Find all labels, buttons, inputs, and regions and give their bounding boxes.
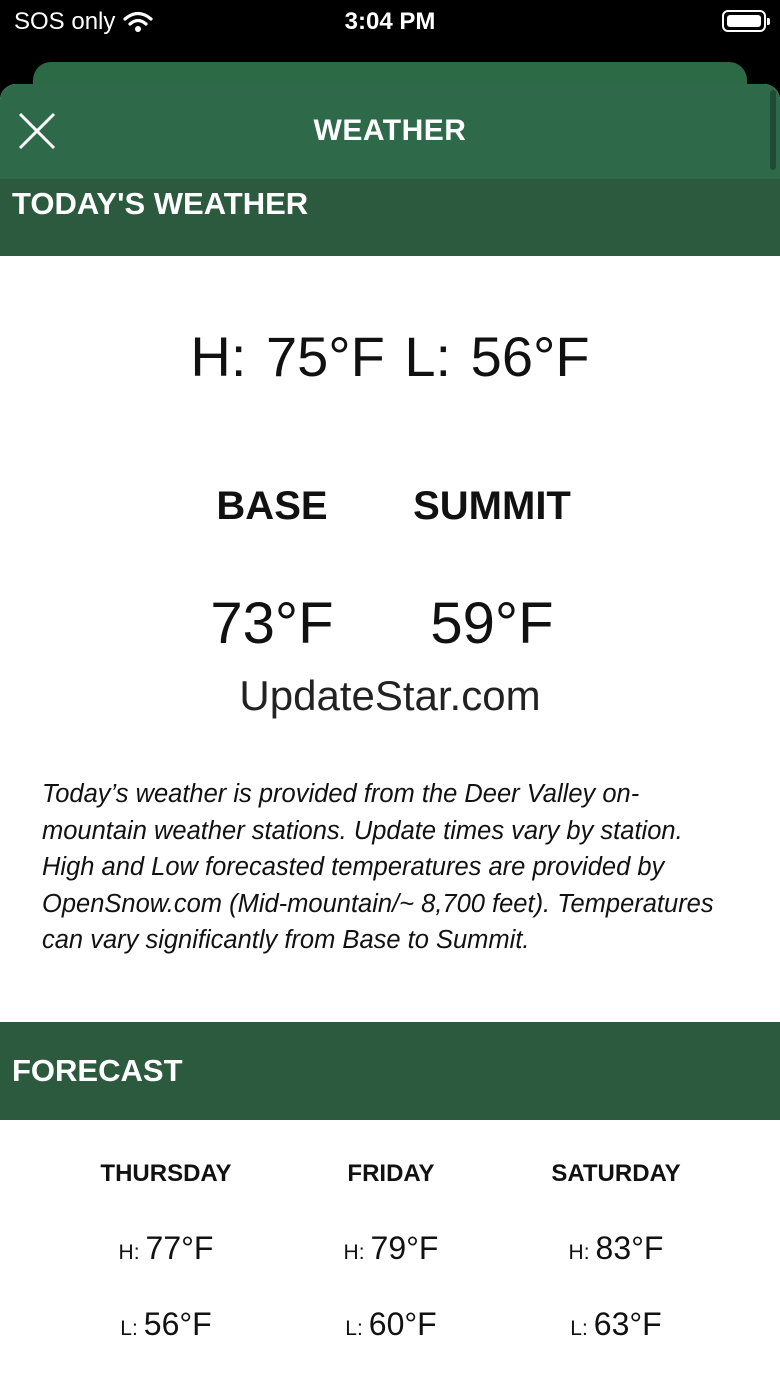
low-prefix: L:	[345, 1317, 363, 1340]
high-prefix: H:	[118, 1241, 140, 1264]
day-low: L: 56°F	[36, 1306, 296, 1352]
day-high: H: 83°F	[486, 1230, 746, 1276]
summit-label: SUMMIT	[413, 484, 571, 528]
status-time: 3:04 PM	[344, 8, 436, 35]
forecast-day-saturday: SATURDAY H: 83°F L: 63°F	[486, 1160, 746, 1352]
high-prefix: H:	[568, 1241, 590, 1264]
day-low: L: 63°F	[486, 1306, 746, 1352]
day-high: H: 79°F	[261, 1230, 521, 1276]
high-value: 83°F	[595, 1230, 664, 1266]
low-prefix: L:	[120, 1317, 138, 1340]
day-name: THURSDAY	[100, 1160, 232, 1187]
low-value: 63°F	[593, 1306, 662, 1342]
status-bar: SOS only 3:04 PM	[0, 0, 780, 44]
day-high: H: 77°F	[36, 1230, 296, 1276]
day-name: FRIDAY	[347, 1160, 435, 1187]
battery-icon	[722, 10, 770, 32]
weather-description: Today’s weather is provided from the Dee…	[42, 780, 714, 954]
todays-weather-header: TODAY'S WEATHER	[0, 179, 780, 256]
base-label: BASE	[216, 484, 328, 528]
today-high-low: H: 75°F L: 56°F	[190, 325, 590, 388]
forecast-day-friday: FRIDAY H: 79°F L: 60°F	[261, 1160, 521, 1352]
forecast-day-thursday: THURSDAY H: 77°F L: 56°F	[36, 1160, 296, 1352]
high-value: 77°F	[145, 1230, 214, 1266]
high-value: 79°F	[370, 1230, 439, 1266]
high-prefix: H:	[343, 1241, 365, 1264]
day-low: L: 60°F	[261, 1306, 521, 1352]
nav-header: WEATHER	[0, 84, 780, 180]
scroll-indicator	[770, 90, 776, 170]
forecast-header: FORECAST	[0, 1022, 780, 1120]
watermark: UpdateStar.com	[239, 672, 541, 719]
low-value: 60°F	[368, 1306, 437, 1342]
summit-temperature: 59°F	[430, 591, 554, 656]
base-temperature: 73°F	[210, 591, 334, 656]
low-prefix: L:	[570, 1317, 588, 1340]
low-value: 56°F	[143, 1306, 212, 1342]
day-name: SATURDAY	[551, 1160, 681, 1187]
page-title: WEATHER	[313, 114, 467, 147]
weather-sheet: WEATHER TODAY'S WEATHER H: 75°F L: 56°F …	[0, 84, 780, 1387]
